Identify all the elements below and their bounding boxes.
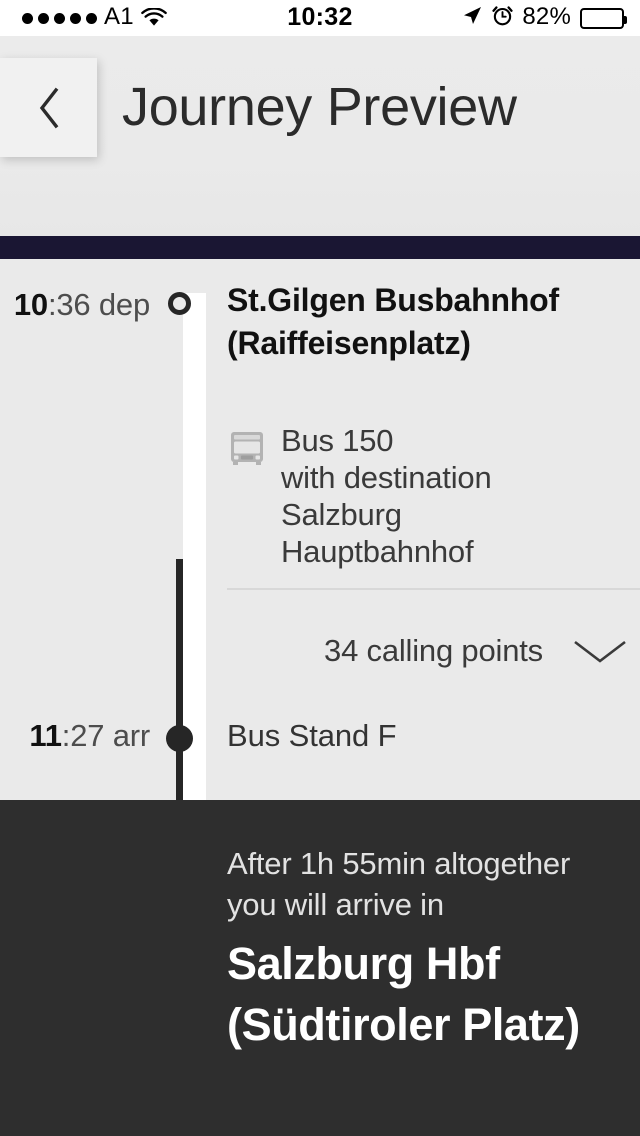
arrival-destination-name: Salzburg Hbf (Südtiroler Platz) [227, 938, 580, 1050]
journey-leg-card: 10:36 dep St.Gilgen Busbahnhof (Raiffeis… [0, 259, 640, 991]
chevron-left-icon [37, 87, 61, 129]
location-arrow-icon [461, 5, 483, 32]
status-bar: A1 10:32 82% [0, 0, 640, 36]
arrival-time-rest: :27 arr [61, 718, 150, 753]
alarm-clock-icon [492, 5, 513, 31]
departure-time: 10:36 dep [14, 287, 150, 323]
chevron-down-icon[interactable] [572, 635, 628, 667]
departure-time-hour: 10 [13, 287, 48, 322]
divider-above-calling-points [227, 588, 640, 590]
service-destination: Salzburg Hauptbahnhof [281, 497, 474, 569]
accent-divider-bar [0, 236, 640, 259]
back-button[interactable] [0, 58, 97, 157]
bus-icon [227, 428, 267, 468]
calling-points-label: 34 calling points [324, 633, 543, 668]
battery-icon [580, 7, 627, 29]
service-line-label: Bus 150 [281, 423, 394, 458]
page-title: Journey Preview [122, 77, 517, 137]
departure-stop-name: St.Gilgen Busbahnhof (Raiffeisenplatz) [227, 282, 559, 361]
service-destination-prefix: with destination [281, 460, 492, 495]
app-header: Journey Preview [0, 36, 640, 236]
arrival-summary-panel: After 1h 55min altogether you will arriv… [0, 800, 640, 1136]
service-info: Bus 150 with destination Salzburg Hauptb… [227, 422, 527, 570]
arrival-stand-name: Bus Stand F [227, 718, 397, 753]
status-bar-right: 82% [461, 0, 627, 36]
battery-percentage-label: 82% [522, 3, 571, 30]
departure-marker-icon [168, 292, 191, 315]
service-text: Bus 150 with destination Salzburg Hauptb… [281, 422, 527, 570]
arrival-marker-icon [166, 725, 193, 752]
calling-points-row[interactable]: 34 calling points [227, 617, 640, 685]
departure-time-rest: :36 dep [47, 287, 150, 322]
arrival-time: 11:27 arr [29, 718, 150, 754]
arrival-summary-text: After 1h 55min altogether you will arriv… [227, 846, 571, 922]
arrival-time-hour: 11 [29, 718, 62, 753]
journey-preview-screen: A1 10:32 82% Journey Preview 10:36 dep S… [0, 0, 640, 1136]
